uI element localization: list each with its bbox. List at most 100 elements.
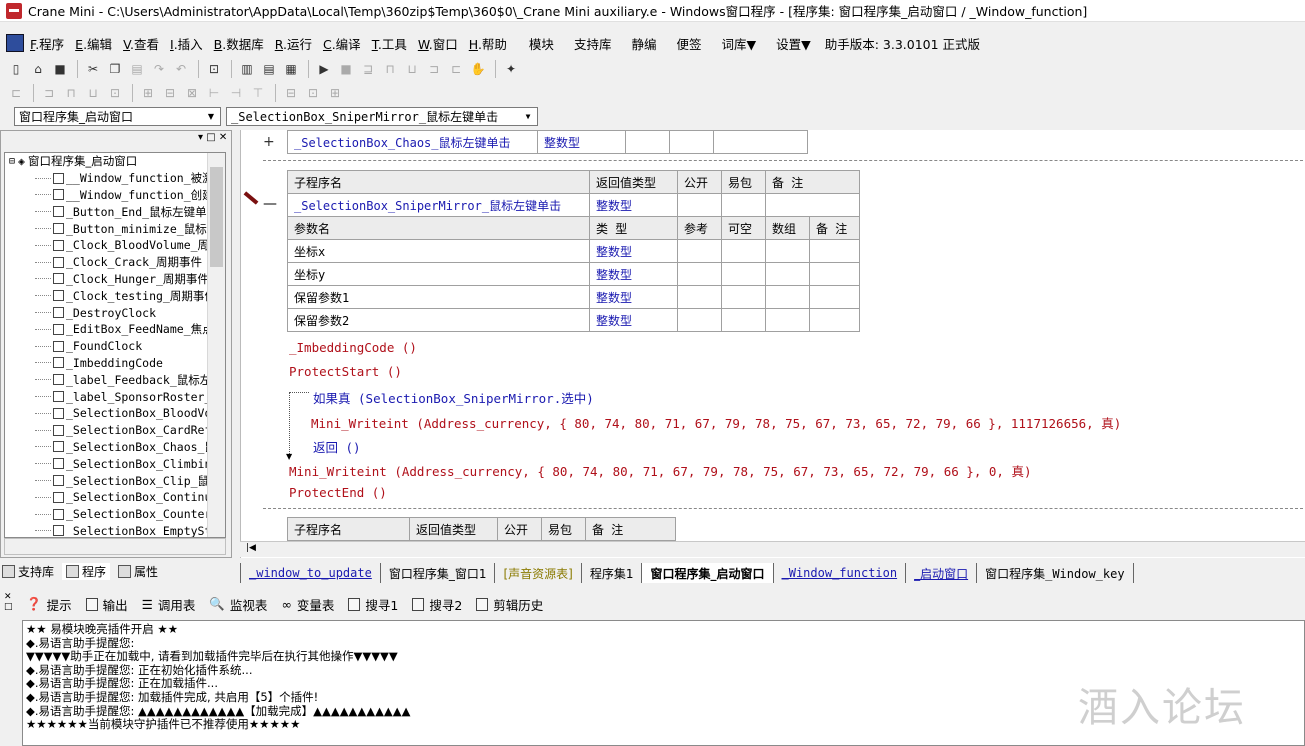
- step-5-icon[interactable]: ⊏: [446, 59, 466, 79]
- align-left-icon[interactable]: ⊏: [6, 83, 26, 103]
- tree-item[interactable]: _SelectionBox_CardRefu: [5, 422, 225, 439]
- param-name-cell[interactable]: 保留参数2: [287, 308, 590, 332]
- center-both-icon[interactable]: ⊞: [325, 83, 345, 103]
- align-center-icon[interactable]: ⊐: [39, 83, 59, 103]
- step-2-icon[interactable]: ⊓: [380, 59, 400, 79]
- tree-item[interactable]: _SelectionBox_Clip_鼠标: [5, 472, 225, 489]
- menu-compile[interactable]: C.编译: [323, 34, 361, 53]
- menu-module[interactable]: 模块: [529, 34, 554, 53]
- chevron-down-icon[interactable]: ▼: [204, 110, 218, 123]
- tool-variables[interactable]: ∞ 变量表: [281, 595, 334, 614]
- cut-icon[interactable]: ✂: [83, 59, 103, 79]
- step-1-icon[interactable]: ⊒: [358, 59, 378, 79]
- code-editor[interactable]: + _SelectionBox_Chaos_鼠标左键单击 整数型 — 子程序名 …: [240, 130, 1305, 558]
- center-v-icon[interactable]: ⊡: [303, 83, 323, 103]
- same-width-icon[interactable]: ⊞: [138, 83, 158, 103]
- sub-name-cell[interactable]: _SelectionBox_SniperMirror_鼠标左键单击: [287, 193, 590, 217]
- public-cell[interactable]: [677, 193, 722, 217]
- doc-tab[interactable]: [声音资源表]: [494, 563, 580, 583]
- menu-run[interactable]: R.运行: [275, 34, 312, 53]
- array-cell[interactable]: [765, 262, 810, 286]
- collapse-icon[interactable]: ⊟: [9, 156, 15, 167]
- param-row[interactable]: 坐标x 整数型: [287, 239, 860, 263]
- menu-program[interactable]: F.程序: [30, 34, 64, 53]
- tree-item[interactable]: _EditBox_FeedName_焦点: [5, 321, 225, 338]
- code-line[interactable]: Mini_Writeint (Address_currency, { 80, 7…: [311, 413, 1121, 432]
- tool-hint[interactable]: ❓ 提示: [26, 595, 72, 614]
- same-size-icon[interactable]: ⊠: [182, 83, 202, 103]
- ref-cell[interactable]: [677, 308, 722, 332]
- tree-item[interactable]: _SelectionBox_CounterI: [5, 506, 225, 523]
- layout-2-icon[interactable]: ▤: [259, 59, 279, 79]
- open-folder-icon[interactable]: ⌂: [28, 59, 48, 79]
- code-line[interactable]: ProtectEnd (): [289, 485, 387, 500]
- menu-notes[interactable]: 便签: [676, 34, 701, 53]
- v-space-icon[interactable]: ⊣: [226, 83, 246, 103]
- layout-1-icon[interactable]: ▥: [237, 59, 257, 79]
- remark-cell[interactable]: [809, 262, 860, 286]
- hand-icon[interactable]: ✋: [468, 59, 488, 79]
- tree-item[interactable]: _FoundClock: [5, 338, 225, 355]
- code-line[interactable]: ProtectStart (): [289, 364, 402, 379]
- tree-item[interactable]: _SelectionBox_Climbing: [5, 455, 225, 472]
- align-top-icon[interactable]: ⊔: [83, 83, 103, 103]
- remark-cell[interactable]: [809, 285, 860, 309]
- return-type-cell[interactable]: 整数型: [589, 193, 678, 217]
- remark-cell[interactable]: [809, 308, 860, 332]
- doc-tab[interactable]: 窗口程序集_Window_key: [976, 563, 1134, 583]
- code-line[interactable]: Mini_Writeint (Address_currency, { 80, 7…: [289, 461, 1032, 480]
- editor-h-scrollbar[interactable]: |◀: [240, 541, 1305, 557]
- param-row[interactable]: 保留参数1 整数型: [287, 285, 860, 309]
- redo-icon[interactable]: ↷: [149, 59, 169, 79]
- array-cell[interactable]: [765, 285, 810, 309]
- tool-search2[interactable]: 搜寻2: [412, 595, 462, 614]
- tree-item[interactable]: _DestroyClock: [5, 304, 225, 321]
- layout-3-icon[interactable]: ▦: [281, 59, 301, 79]
- tab-program[interactable]: 程序: [62, 562, 111, 580]
- code-line[interactable]: _ImbeddingCode (): [289, 340, 417, 355]
- project-tree[interactable]: ⊟ ◈ 窗口程序集_启动窗口 __Window_function_被激 __Win…: [4, 152, 226, 538]
- menu-view[interactable]: V.查看: [123, 34, 159, 53]
- menu-support-lib[interactable]: 支持库: [574, 34, 612, 53]
- copy-icon[interactable]: ❐: [105, 59, 125, 79]
- code-line[interactable]: 如果真 (SelectionBox_SniperMirror.选中): [313, 388, 594, 407]
- menu-database[interactable]: B.数据库: [214, 34, 264, 53]
- menu-help[interactable]: H.帮助: [469, 34, 507, 53]
- new-file-icon[interactable]: ▯: [6, 59, 26, 79]
- doc-tab[interactable]: 程序集1: [580, 563, 642, 583]
- nullable-cell[interactable]: [721, 262, 766, 286]
- undo-icon[interactable]: ↶: [171, 59, 191, 79]
- param-type-cell[interactable]: 整数型: [589, 285, 678, 309]
- menu-static-compile[interactable]: 静编: [631, 34, 656, 53]
- tree-item[interactable]: _SelectionBox_EmptySte: [5, 523, 225, 537]
- menu-lexicon[interactable]: 词库▼: [721, 34, 756, 53]
- menu-window[interactable]: W.窗口: [418, 34, 458, 53]
- ref-cell[interactable]: [677, 239, 722, 263]
- tool-search1[interactable]: 搜寻1: [348, 595, 398, 614]
- class-combo[interactable]: 窗口程序集_启动窗口 ▼: [14, 107, 221, 126]
- menu-tools[interactable]: T.工具: [372, 34, 407, 53]
- tree-item[interactable]: _SelectionBox_Chaos_鼠: [5, 439, 225, 456]
- tree-item[interactable]: _SelectionBox_Continuc: [5, 489, 225, 506]
- param-name-cell[interactable]: 坐标y: [287, 262, 590, 286]
- array-cell[interactable]: [765, 239, 810, 263]
- chevron-down-icon[interactable]: ▼: [521, 110, 535, 123]
- tool-calltable[interactable]: ☰ 调用表: [142, 595, 196, 614]
- find-icon[interactable]: ⊡: [204, 59, 224, 79]
- doc-tab[interactable]: 窗口程序集_窗口1: [379, 563, 495, 583]
- run-icon[interactable]: ▶: [314, 59, 334, 79]
- param-name-cell[interactable]: 坐标x: [287, 239, 590, 263]
- tree-item[interactable]: _Button_minimize_鼠标左: [5, 220, 225, 237]
- ref-cell[interactable]: [677, 285, 722, 309]
- scrollbar-thumb[interactable]: [210, 167, 223, 267]
- panel-pin-icon[interactable]: ▾ □ ✕: [198, 132, 227, 143]
- tree-scrollbar[interactable]: [207, 153, 225, 537]
- nullable-cell[interactable]: [721, 239, 766, 263]
- code-line[interactable]: 返回 (): [313, 437, 361, 456]
- doc-tab-active[interactable]: 窗口程序集_启动窗口: [641, 563, 773, 583]
- tree-item[interactable]: _ImbeddingCode: [5, 355, 225, 372]
- tree-item[interactable]: _Clock_Crack_周期事件: [5, 254, 225, 271]
- tree-root[interactable]: ⊟ ◈ 窗口程序集_启动窗口: [5, 153, 225, 170]
- tool-output[interactable]: 输出: [85, 595, 128, 614]
- tree-item[interactable]: _Clock_testing_周期事件: [5, 287, 225, 304]
